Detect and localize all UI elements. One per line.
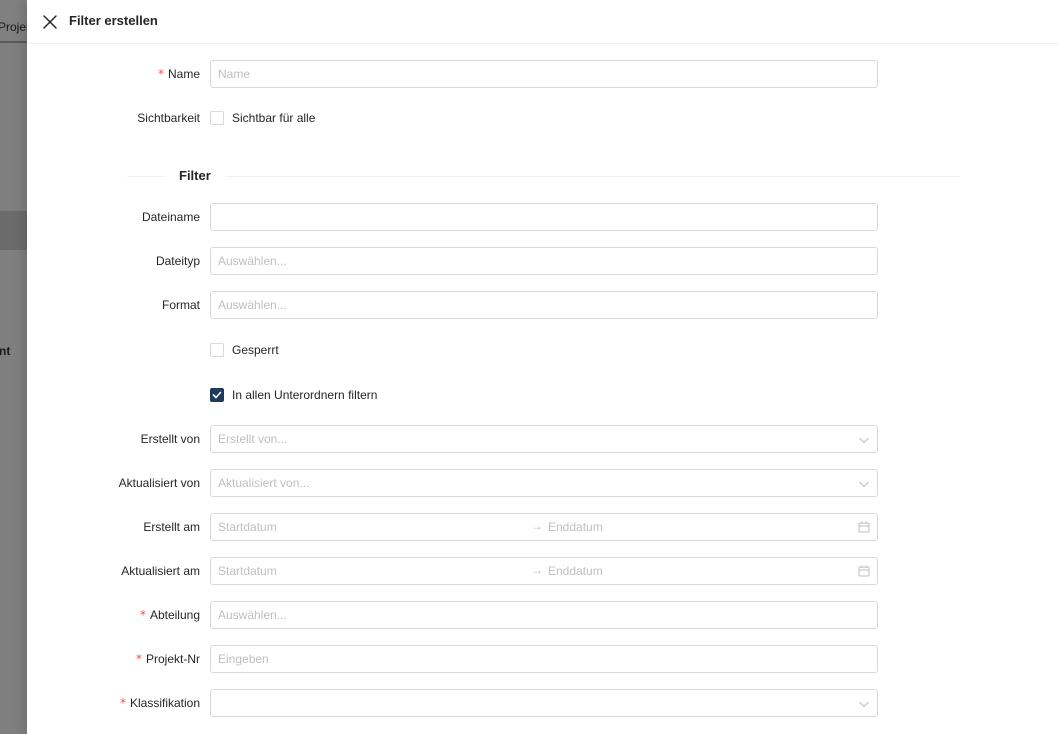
- calendar-icon: [858, 521, 870, 533]
- arrow-right-icon: →: [531, 563, 543, 577]
- required-marker: *: [135, 652, 142, 666]
- subfolders-row: In allen Unterordnern filtern: [27, 381, 1058, 409]
- created-at-label: Erstellt am: [143, 520, 200, 534]
- background-tab-indicator: [0, 41, 27, 43]
- drawer-title: Filter erstellen: [69, 13, 158, 28]
- background-app-overlay: Projek nt l: [0, 0, 27, 734]
- department-placeholder: Auswählen...: [218, 608, 287, 622]
- format-label: Format: [161, 298, 200, 312]
- project-no-placeholder: Eingeben: [218, 652, 269, 666]
- close-icon[interactable]: [41, 13, 59, 31]
- created-by-select[interactable]: Erstellt von...: [210, 425, 878, 453]
- updated-by-select[interactable]: Aktualisiert von...: [210, 469, 878, 497]
- filter-section-divider: Filter: [127, 166, 960, 186]
- updated-by-row: Aktualisiert von Aktualisiert von...: [27, 469, 1058, 497]
- locked-row: Gesperrt: [27, 336, 1058, 364]
- updated-at-range-picker[interactable]: Startdatum → Enddatum: [210, 557, 878, 585]
- department-select[interactable]: Auswählen...: [210, 601, 878, 629]
- required-marker: *: [157, 67, 164, 81]
- visibility-checkbox-label[interactable]: Sichtbar für alle: [232, 111, 315, 125]
- filetype-row: Dateityp Auswählen...: [27, 247, 1058, 275]
- updated-at-label: Aktualisiert am: [121, 564, 200, 578]
- visibility-checkbox[interactable]: [210, 111, 224, 125]
- format-select[interactable]: Auswählen...: [210, 291, 878, 319]
- updated-at-row: Aktualisiert am Startdatum → Enddatum: [27, 557, 1058, 585]
- department-label: * Abteilung: [139, 608, 200, 622]
- end-date-placeholder[interactable]: Enddatum: [548, 564, 603, 578]
- classification-select[interactable]: [210, 689, 878, 717]
- filename-label: Dateiname: [141, 210, 200, 224]
- subfolders-checkbox[interactable]: [210, 388, 224, 402]
- filename-row: Dateiname: [27, 203, 1058, 231]
- locked-checkbox[interactable]: [210, 343, 224, 357]
- format-row: Format Auswählen...: [27, 291, 1058, 319]
- locked-checkbox-label[interactable]: Gesperrt: [232, 343, 279, 357]
- classification-row: * Klassifikation: [27, 689, 1058, 717]
- chevron-down-icon: [859, 481, 869, 488]
- visibility-label: Sichtbarkeit: [137, 111, 200, 125]
- chevron-down-icon: [859, 437, 869, 444]
- chevron-down-icon: [859, 701, 869, 708]
- filename-input[interactable]: [210, 203, 878, 231]
- format-placeholder: Auswählen...: [218, 298, 287, 312]
- project-no-row: * Projekt-Nr Eingeben: [27, 645, 1058, 673]
- name-placeholder: Name: [218, 67, 251, 81]
- divider-line: [127, 176, 960, 177]
- name-input[interactable]: Name: [210, 60, 878, 88]
- filetype-select[interactable]: Auswählen...: [210, 247, 878, 275]
- created-by-placeholder: Erstellt von...: [218, 432, 288, 446]
- drawer-header: Filter erstellen: [27, 0, 1058, 44]
- calendar-icon: [858, 565, 870, 577]
- arrow-right-icon: →: [531, 519, 543, 533]
- filetype-placeholder: Auswählen...: [218, 254, 287, 268]
- updated-by-label: Aktualisiert von: [118, 476, 200, 490]
- created-at-range-picker[interactable]: Startdatum → Enddatum: [210, 513, 878, 541]
- filter-drawer: Filter erstellen * Name Name Sichtbarkeit…: [27, 0, 1058, 734]
- name-label: * Name: [157, 67, 200, 81]
- created-at-row: Erstellt am Startdatum → Enddatum: [27, 513, 1058, 541]
- name-row: * Name Name: [27, 60, 1058, 88]
- visibility-row: Sichtbarkeit Sichtbar für alle: [27, 104, 1058, 132]
- filter-section-title: Filter: [165, 168, 225, 183]
- end-date-placeholder[interactable]: Enddatum: [548, 520, 603, 534]
- background-tab: Projek: [0, 20, 27, 34]
- background-item-1: nt: [0, 344, 11, 358]
- updated-by-placeholder: Aktualisiert von...: [218, 476, 310, 490]
- check-icon: [212, 391, 222, 399]
- required-marker: *: [139, 608, 146, 622]
- project-no-label: * Projekt-Nr: [135, 652, 200, 666]
- filetype-label: Dateityp: [155, 254, 200, 268]
- start-date-placeholder[interactable]: Startdatum: [218, 564, 277, 578]
- background-header: Projek: [0, 0, 27, 43]
- department-row: * Abteilung Auswählen...: [27, 601, 1058, 629]
- created-by-label: Erstellt von: [140, 432, 200, 446]
- project-no-input[interactable]: Eingeben: [210, 645, 878, 673]
- start-date-placeholder[interactable]: Startdatum: [218, 520, 277, 534]
- created-by-row: Erstellt von Erstellt von...: [27, 425, 1058, 453]
- classification-label: * Klassifikation: [119, 696, 200, 710]
- subfolders-checkbox-label[interactable]: In allen Unterordnern filtern: [232, 388, 377, 402]
- required-marker: *: [119, 696, 126, 710]
- background-selected-item: [0, 211, 27, 250]
